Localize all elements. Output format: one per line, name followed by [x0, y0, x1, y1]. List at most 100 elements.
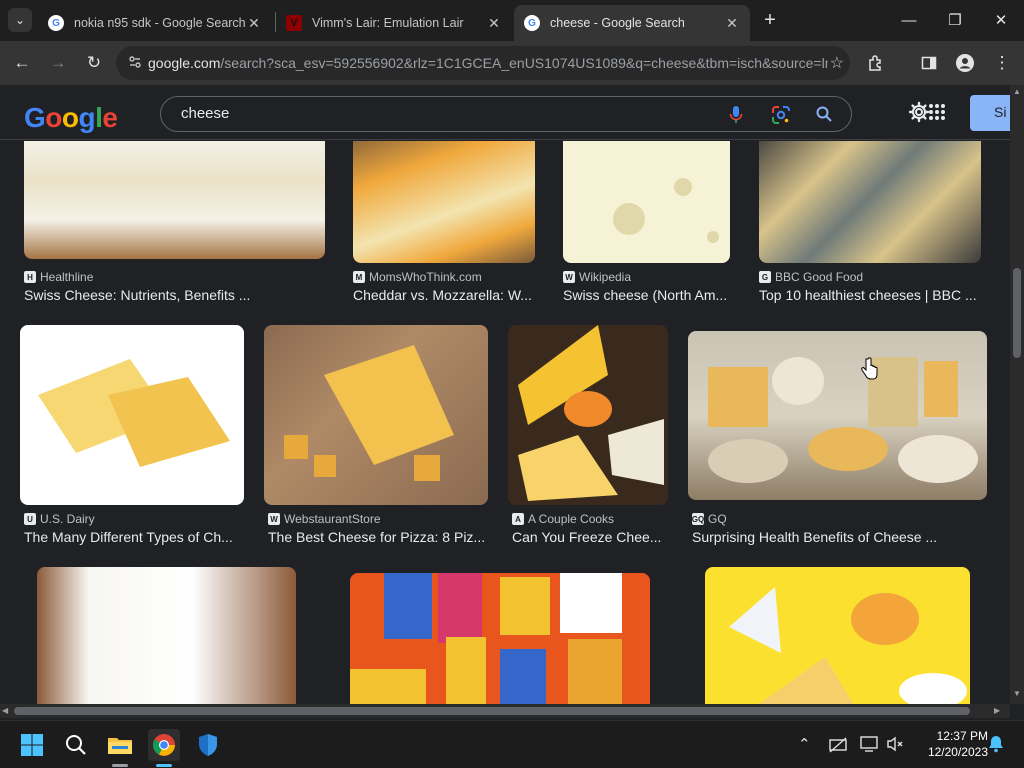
url-domain: google.com	[148, 55, 221, 71]
search-input[interactable]: cheese	[160, 96, 852, 132]
logo-letter: o	[45, 102, 62, 133]
close-icon[interactable]: ✕	[486, 15, 502, 32]
display-icon[interactable]	[860, 735, 880, 758]
volume-muted-icon[interactable]	[886, 735, 904, 758]
google-lens-icon[interactable]	[771, 105, 791, 130]
tab-search-button[interactable]: ⌄	[8, 8, 32, 32]
scroll-left-arrow-icon[interactable]: ◀	[2, 706, 8, 715]
image-results-grid: H Healthline Swiss Cheese: Nutrients, Ben…	[0, 141, 1010, 704]
result-source[interactable]: W Wikipedia	[563, 270, 631, 284]
scroll-down-arrow-icon[interactable]: ▼	[1013, 689, 1021, 698]
result-title[interactable]: Can You Freeze Chee...	[512, 529, 668, 545]
result-title[interactable]: Top 10 healthiest cheeses | BBC ...	[759, 287, 981, 303]
mac-and-cheese-boxes-art	[350, 573, 622, 704]
vimm-v-icon: V	[286, 15, 302, 31]
search-query[interactable]: cheese	[181, 105, 229, 122]
result-thumbnail[interactable]	[759, 141, 981, 263]
close-window-button[interactable]: ✕	[978, 0, 1024, 40]
windows-security-shield-icon[interactable]	[192, 729, 224, 761]
file-explorer-icon[interactable]	[104, 729, 136, 761]
settings-gear-icon[interactable]	[908, 101, 930, 128]
menu-kebab-icon[interactable]: ⋮	[988, 49, 1016, 77]
result-title[interactable]: Swiss Cheese: Nutrients, Benefits ...	[24, 287, 324, 303]
cheese-slices-art	[38, 359, 230, 467]
side-panel-icon[interactable]	[915, 49, 943, 77]
result-source-name: GQ	[708, 512, 727, 526]
bookmark-star-icon[interactable]: ☆	[830, 53, 844, 73]
result-source-name: WebstaurantStore	[284, 512, 381, 526]
reload-button[interactable]: ↻	[80, 49, 108, 77]
network-disconnected-icon[interactable]	[828, 736, 848, 759]
result-title[interactable]: Surprising Health Benefits of Cheese ...	[692, 529, 952, 545]
restore-button[interactable]: ❐	[932, 0, 978, 40]
tab-nokia-search[interactable]: G nokia n95 sdk - Google Search ✕	[38, 5, 272, 41]
result-thumbnail[interactable]	[705, 567, 970, 704]
microphone-icon[interactable]	[729, 105, 743, 130]
result-source[interactable]: U U.S. Dairy	[24, 512, 95, 526]
system-clock[interactable]: 12:37 PM 12/20/2023	[914, 728, 988, 760]
windows-taskbar: ⌃ 12:37 PM 12/20/2023	[0, 720, 1024, 768]
google-apps-grid-icon[interactable]	[928, 103, 946, 126]
search-icon[interactable]	[815, 105, 833, 128]
result-source[interactable]: A A Couple Cooks	[512, 512, 614, 526]
result-title[interactable]: Swiss cheese (North Am...	[563, 287, 731, 303]
google-logo[interactable]: Google	[24, 102, 118, 134]
result-thumbnail[interactable]	[37, 567, 296, 704]
tab-cheese-search[interactable]: G cheese - Google Search ✕	[514, 5, 750, 41]
result-title[interactable]: The Best Cheese for Pizza: 8 Piz...	[268, 529, 488, 545]
result-source[interactable]: G BBC Good Food	[759, 270, 863, 284]
acouplecooks-icon: A	[512, 513, 524, 525]
result-title[interactable]: Cheddar vs. Mozzarella: W...	[353, 287, 535, 303]
result-source-name: MomsWhoThink.com	[369, 270, 482, 284]
new-tab-button[interactable]: +	[758, 8, 782, 32]
site-info-icon[interactable]	[122, 55, 148, 72]
result-thumbnail[interactable]	[563, 141, 730, 263]
result-source[interactable]: H Healthline	[24, 270, 93, 284]
logo-letter: g	[78, 102, 96, 133]
back-button[interactable]: ←	[8, 49, 36, 77]
forward-button[interactable]: →	[44, 49, 72, 77]
result-thumbnail[interactable]	[24, 141, 325, 259]
result-thumbnail[interactable]	[353, 141, 535, 263]
scroll-right-arrow-icon[interactable]: ▶	[994, 706, 1000, 715]
result-thumbnail[interactable]	[350, 573, 650, 704]
notification-bell-icon[interactable]	[988, 735, 1004, 758]
cheddar-block-art	[284, 345, 454, 481]
result-source-name: Healthline	[40, 270, 94, 284]
result-thumbnail[interactable]	[264, 325, 488, 505]
clock-time: 12:37 PM	[936, 729, 988, 743]
tab-vimms-lair[interactable]: V Vimm's Lair: Emulation Lair ✕	[276, 5, 512, 41]
scroll-up-arrow-icon[interactable]: ▲	[1013, 87, 1021, 96]
result-thumbnail[interactable]	[508, 325, 668, 505]
result-source[interactable]: M MomsWhoThink.com	[353, 270, 482, 284]
swiss-cheese-holes	[613, 178, 719, 243]
result-source[interactable]: GQ GQ	[692, 512, 727, 526]
google-header: Google cheese Si	[0, 85, 1024, 140]
windows-start-icon[interactable]	[16, 729, 48, 761]
webstaurant-icon: W	[268, 513, 280, 525]
close-icon[interactable]: ✕	[724, 15, 740, 32]
google-g-icon: G	[524, 15, 540, 31]
flying-cheese-art	[729, 587, 967, 704]
taskbar-search-icon[interactable]	[60, 729, 92, 761]
extensions-icon[interactable]	[862, 49, 890, 77]
vertical-scrollbar[interactable]: ▲ ▼	[1010, 85, 1024, 704]
profile-icon[interactable]	[951, 49, 979, 77]
minimize-button[interactable]: —	[886, 0, 932, 40]
address-bar[interactable]: google.com/search?sca_esv=592556902&rlz=…	[116, 46, 850, 80]
result-title[interactable]: The Many Different Types of Ch...	[24, 529, 244, 545]
gq-icon: GQ	[691, 513, 705, 525]
close-icon[interactable]: ✕	[246, 15, 262, 32]
tab-title: nokia n95 sdk - Google Search	[74, 16, 246, 30]
result-source[interactable]: W WebstaurantStore	[268, 512, 381, 526]
google-g-icon: G	[48, 15, 64, 31]
logo-letter: G	[24, 102, 46, 133]
logo-letter: o	[61, 102, 79, 133]
result-thumbnail[interactable]	[688, 331, 987, 500]
horizontal-scrollbar[interactable]: ◀ ▶	[0, 704, 1010, 718]
result-thumbnail[interactable]	[20, 325, 244, 505]
show-hidden-icons-chevron-icon[interactable]: ⌃	[798, 735, 811, 753]
horizontal-scroll-thumb[interactable]	[14, 707, 970, 715]
vertical-scroll-thumb[interactable]	[1013, 268, 1021, 358]
chrome-icon[interactable]	[148, 729, 180, 761]
